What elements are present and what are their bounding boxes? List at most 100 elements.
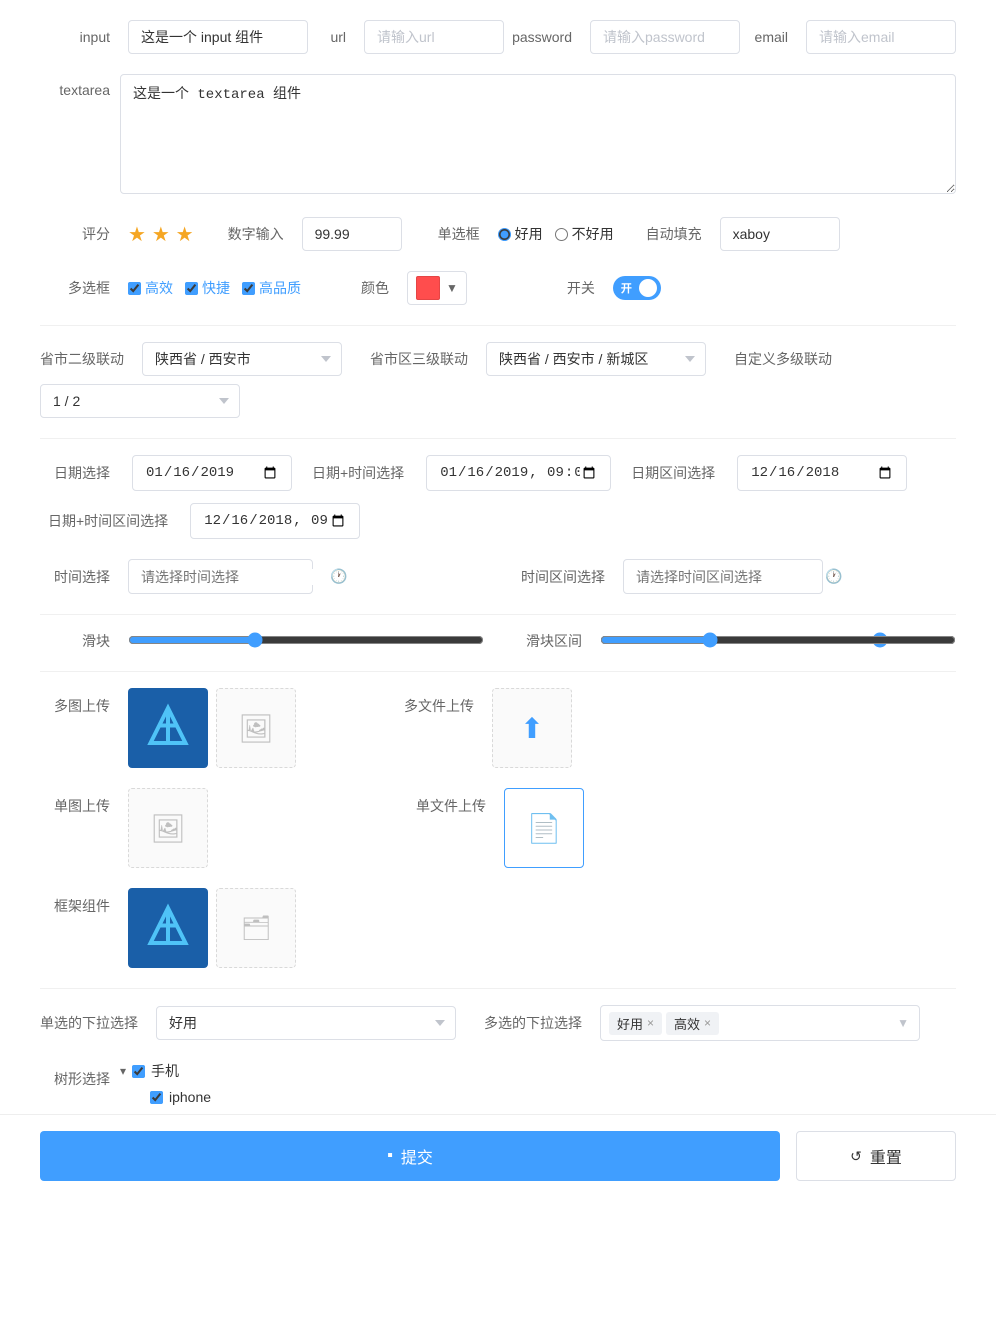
custom-select[interactable]: 1 / 2	[40, 384, 240, 418]
checkbox-input-1[interactable]	[128, 282, 141, 295]
checkbox-group: 高效 快捷 高品质	[128, 278, 301, 298]
radio-label-1: 好用	[515, 224, 543, 244]
number-label: 数字输入	[224, 224, 284, 244]
datetimerange-input[interactable]	[190, 503, 360, 539]
tag-1[interactable]: 好用 ×	[609, 1012, 662, 1035]
checkbox-text-3: 高品质	[259, 278, 301, 298]
password-label: password	[512, 29, 572, 45]
custom-label: 自定义多级联动	[734, 349, 832, 369]
radio-option-1[interactable]: 好用	[498, 224, 543, 244]
radio-group: 好用 不好用	[498, 224, 614, 244]
folder-icon: 🗂	[241, 914, 271, 943]
submit-button[interactable]: ▪ 提交	[40, 1131, 780, 1181]
footer: ▪ 提交 ↺ 重置	[0, 1114, 996, 1197]
daterange-input[interactable]	[737, 455, 907, 491]
multi-image-label: 多图上传	[40, 688, 110, 716]
color-swatch	[416, 276, 440, 300]
time-input[interactable]	[141, 569, 322, 585]
tree-label: 树形选择	[40, 1061, 110, 1089]
toggle-label: 开关	[555, 278, 595, 298]
multi-select-arrow: ▼	[897, 1016, 909, 1030]
tag-2[interactable]: 高效 ×	[666, 1012, 719, 1035]
checkbox-text-2: 快捷	[202, 278, 230, 298]
clock-icon: 🕐	[330, 568, 347, 585]
tag-close-1[interactable]: ×	[647, 1016, 654, 1030]
datetime-input[interactable]	[426, 455, 611, 491]
reset-button[interactable]: ↺ 重置	[796, 1131, 956, 1181]
checkbox-option-3[interactable]: 高品质	[242, 278, 301, 298]
tree-root-label: 手机	[151, 1061, 179, 1081]
single-image-label: 单图上传	[40, 788, 110, 816]
checkbox-option-1[interactable]: 高效	[128, 278, 173, 298]
frame-logo[interactable]	[128, 888, 208, 968]
autofill-input[interactable]	[720, 217, 840, 251]
frame-logo-svg	[143, 903, 193, 953]
radio-option-2[interactable]: 不好用	[555, 224, 614, 244]
single-select[interactable]: 好用	[156, 1006, 456, 1040]
frame-file-placeholder[interactable]: 🗂	[216, 888, 296, 968]
checkbox-option-2[interactable]: 快捷	[185, 278, 230, 298]
star-3[interactable]: ★	[176, 224, 194, 246]
color-dropdown-icon: ▼	[446, 281, 458, 295]
star-1[interactable]: ★	[128, 224, 146, 246]
tree-child-checkbox-1[interactable]	[150, 1091, 163, 1104]
url-field[interactable]	[364, 20, 504, 54]
toggle-switch[interactable]: 开	[613, 276, 661, 300]
logo-svg	[143, 703, 193, 753]
single-file-upload[interactable]: 📄	[504, 788, 584, 868]
image-icon: 🖼	[238, 712, 274, 745]
checkbox-input-3[interactable]	[242, 282, 255, 295]
email-label: email	[748, 29, 788, 45]
textarea-label: textarea	[40, 74, 110, 98]
reset-label: 重置	[870, 1144, 902, 1168]
province-select[interactable]: 陕西省 / 西安市	[142, 342, 342, 376]
tree-toggle-1[interactable]: ▾	[120, 1064, 126, 1078]
city-select[interactable]: 陕西省 / 西安市 / 新城区	[486, 342, 706, 376]
multi-image-upload: 🖼	[128, 688, 296, 768]
file-upload-placeholder-1[interactable]: ⬆	[492, 688, 572, 768]
star-2[interactable]: ★	[152, 224, 170, 246]
tag-text-2: 高效	[674, 1014, 700, 1033]
single-image-upload[interactable]: 🖼	[128, 788, 208, 868]
email-field[interactable]	[806, 20, 956, 54]
checkbox-input-2[interactable]	[185, 282, 198, 295]
tag-close-2[interactable]: ×	[704, 1016, 711, 1030]
image-icon-2: 🖼	[150, 812, 186, 845]
frame-label: 框架组件	[40, 888, 110, 916]
input-label: input	[40, 29, 110, 45]
radio-input-1[interactable]	[498, 228, 511, 241]
date-input[interactable]	[132, 455, 292, 491]
tree-child-label-1: iphone	[169, 1089, 211, 1105]
frame-upload: 🗂	[128, 888, 296, 968]
time-label: 时间选择	[40, 567, 110, 587]
uploaded-image-1[interactable]	[128, 688, 208, 768]
reset-icon: ↺	[850, 1148, 862, 1165]
color-picker[interactable]: ▼	[407, 271, 467, 305]
radio-label: 单选框	[430, 224, 480, 244]
clock-icon-2: 🕐	[825, 568, 842, 585]
datetime-label: 日期+时间选择	[312, 463, 404, 483]
multi-file-label: 多文件上传	[404, 688, 474, 716]
radio-input-2[interactable]	[555, 228, 568, 241]
slider-label: 滑块	[40, 631, 110, 651]
checkbox-text-1: 高效	[145, 278, 173, 298]
textarea-field[interactable]: 这是一个 textarea 组件	[120, 74, 956, 194]
document-icon: 📄	[527, 812, 562, 845]
rating-label: 评分	[40, 224, 110, 244]
slider-input[interactable]	[128, 632, 484, 648]
number-input[interactable]	[302, 217, 402, 251]
tag-text-1: 好用	[617, 1014, 643, 1033]
radio-label-2: 不好用	[572, 224, 614, 244]
multi-select[interactable]: 好用 × 高效 × ▼	[600, 1005, 920, 1041]
timerange-input[interactable]	[636, 569, 817, 585]
input-field[interactable]	[128, 20, 308, 54]
rating-stars[interactable]: ★ ★ ★	[128, 222, 196, 247]
password-field[interactable]	[590, 20, 740, 54]
tree-root-checkbox[interactable]	[132, 1065, 145, 1078]
image-upload-placeholder-1[interactable]: 🖼	[216, 688, 296, 768]
slider-range-max[interactable]	[600, 632, 956, 648]
date-label: 日期选择	[40, 463, 110, 483]
upload-icon: ⬆	[520, 712, 543, 745]
toggle-on-text: 开	[621, 280, 632, 296]
submit-icon: ▪	[387, 1147, 393, 1165]
